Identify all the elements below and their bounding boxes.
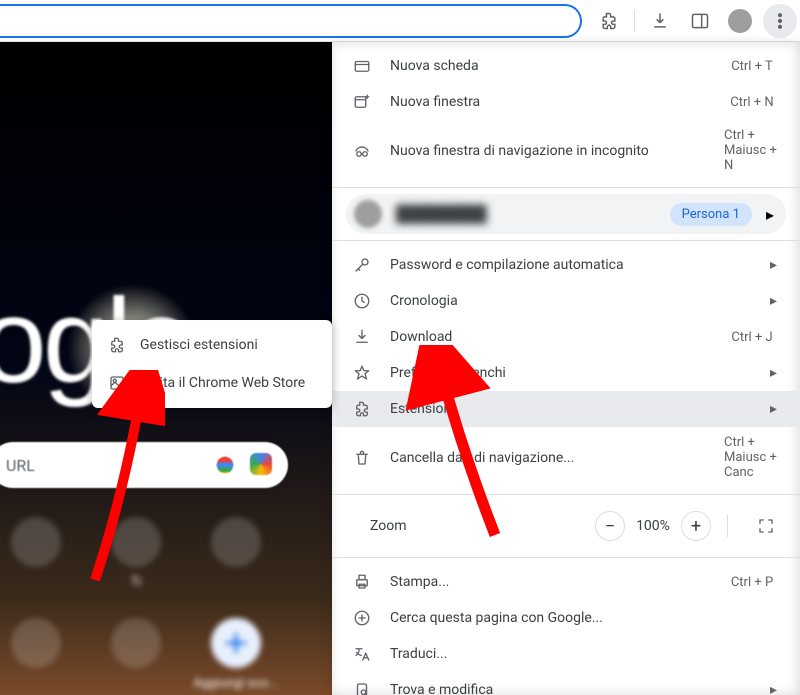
ntp-search-bar[interactable]: URL <box>0 442 288 488</box>
avatar-icon <box>354 200 382 228</box>
zoom-in-button[interactable]: + <box>681 511 711 541</box>
shortcut-item[interactable] <box>8 618 64 691</box>
menu-item-label: Preferiti ed elenchi <box>390 365 752 381</box>
chevron-right-icon: ▸ <box>770 682 780 695</box>
voice-search-icon[interactable] <box>216 453 234 477</box>
shortcut-item[interactable]: Ti <box>108 517 164 590</box>
menu-item-new-tab[interactable]: Nuova scheda Ctrl + T <box>332 48 800 84</box>
fullscreen-button[interactable] <box>752 512 780 540</box>
chevron-right-icon: ▸ <box>766 205 774 224</box>
chevron-right-icon: ▸ <box>770 401 780 417</box>
menu-item-label: Nuova scheda <box>390 58 706 74</box>
menu-item-label: Password e compilazione automatica <box>390 257 752 273</box>
ntp-shortcuts: Ti Aggiungi sco... <box>0 517 332 691</box>
menu-item-label: Nuova finestra di navigazione in incogni… <box>390 143 706 159</box>
add-shortcut-button[interactable]: Aggiungi sco... <box>208 618 264 691</box>
find-icon <box>352 681 372 695</box>
menu-item-label: Cronologia <box>390 293 752 309</box>
omnibox[interactable] <box>0 4 582 38</box>
history-icon <box>352 292 372 310</box>
zoom-label: Zoom <box>370 518 577 534</box>
toolbar-divider <box>634 10 635 32</box>
search-placeholder: URL <box>6 456 35 475</box>
menu-item-search-google[interactable]: Cerca questa pagina con Google... <box>332 600 800 636</box>
download-icon <box>352 328 372 346</box>
profile-name: ████████ <box>396 204 656 224</box>
kebab-menu-button[interactable] <box>763 4 797 38</box>
translate-icon <box>352 645 372 663</box>
menu-separator <box>332 240 800 241</box>
visit-webstore-label: Visita il Chrome Web Store <box>140 375 305 391</box>
menu-shortcut: Ctrl + Maiusc + Canc <box>724 435 780 480</box>
menu-item-clear[interactable]: Cancella dati di navigazione... Ctrl + Ma… <box>332 427 800 488</box>
key-icon <box>352 256 372 274</box>
menu-shortcut: Ctrl + P <box>724 575 780 590</box>
zoom-divider <box>727 515 728 537</box>
menu-item-label: Download <box>390 329 706 345</box>
menu-item-bookmarks[interactable]: Preferiti ed elenchi ▸ <box>332 355 800 391</box>
chevron-right-icon: ▸ <box>770 257 780 273</box>
menu-item-passwords[interactable]: Password e compilazione automatica ▸ <box>332 247 800 283</box>
zoom-out-button[interactable]: − <box>595 511 625 541</box>
shortcut-item[interactable] <box>108 618 164 691</box>
menu-item-find[interactable]: Trova e modifica ▸ <box>332 672 800 695</box>
menu-shortcut: Ctrl + Maiusc + N <box>724 128 780 173</box>
star-icon <box>352 364 372 382</box>
shortcut-item[interactable] <box>208 517 264 590</box>
puzzle-icon <box>108 336 126 354</box>
avatar-icon <box>728 9 752 33</box>
menu-item-label: Traduci... <box>390 646 780 662</box>
toolbar-icons <box>592 4 797 38</box>
browser-topbar <box>0 0 800 42</box>
menu-separator <box>332 557 800 558</box>
menu-item-translate[interactable]: Traduci... <box>332 636 800 672</box>
zoom-row: Zoom −100% + <box>332 501 800 551</box>
visit-webstore-item[interactable]: Visita il Chrome Web Store <box>92 364 332 402</box>
tab-icon <box>352 57 372 75</box>
menu-item-label: Estensioni <box>390 401 752 417</box>
window-plus-icon <box>352 93 372 111</box>
incognito-icon <box>352 142 372 160</box>
manage-extensions-label: Gestisci estensioni <box>140 337 258 353</box>
profile-row[interactable]: ████████ Persona 1 ▸ <box>346 194 786 234</box>
zoom-value: 100% <box>633 518 673 534</box>
extensions-toolbar-icon[interactable] <box>592 4 626 38</box>
print-icon <box>352 573 372 591</box>
webstore-icon <box>108 374 126 392</box>
menu-shortcut: Ctrl + J <box>724 330 780 345</box>
chrome-main-menu: Nuova scheda Ctrl + T Nuova finestra Ctrl +… <box>332 42 800 695</box>
menu-item-history[interactable]: Cronologia ▸ <box>332 283 800 319</box>
menu-item-incognito[interactable]: Nuova finestra di navigazione in incogni… <box>332 120 800 181</box>
shortcut-item[interactable] <box>8 517 64 590</box>
image-search-icon[interactable] <box>250 453 272 475</box>
chevron-right-icon: ▸ <box>770 293 780 309</box>
chevron-right-icon: ▸ <box>770 365 780 381</box>
sidepanel-toolbar-icon[interactable] <box>683 4 717 38</box>
menu-separator <box>332 187 800 188</box>
menu-item-label: Trova e modifica <box>390 682 752 695</box>
menu-item-label: Nuova finestra <box>390 94 706 110</box>
manage-extensions-item[interactable]: Gestisci estensioni <box>92 326 332 364</box>
trash-icon <box>352 449 372 467</box>
menu-item-downloads[interactable]: Download Ctrl + J <box>332 319 800 355</box>
profile-toolbar-icon[interactable] <box>723 4 757 38</box>
downloads-toolbar-icon[interactable] <box>643 4 677 38</box>
google-icon <box>352 609 372 627</box>
menu-item-label: Cerca questa pagina con Google... <box>390 610 780 626</box>
menu-item-extensions[interactable]: Estensioni ▸ <box>332 391 800 427</box>
menu-item-print[interactable]: Stampa... Ctrl + P <box>332 564 800 600</box>
menu-item-label: Cancella dati di navigazione... <box>390 450 706 466</box>
menu-item-label: Stampa... <box>390 574 706 590</box>
menu-shortcut: Ctrl + T <box>724 59 780 74</box>
menu-separator <box>332 494 800 495</box>
extensions-submenu: Gestisci estensioni Visita il Chrome Web… <box>92 320 332 408</box>
menu-item-new-window[interactable]: Nuova finestra Ctrl + N <box>332 84 800 120</box>
menu-shortcut: Ctrl + N <box>724 95 780 110</box>
puzzle-icon <box>352 400 372 418</box>
profile-badge: Persona 1 <box>670 203 752 226</box>
